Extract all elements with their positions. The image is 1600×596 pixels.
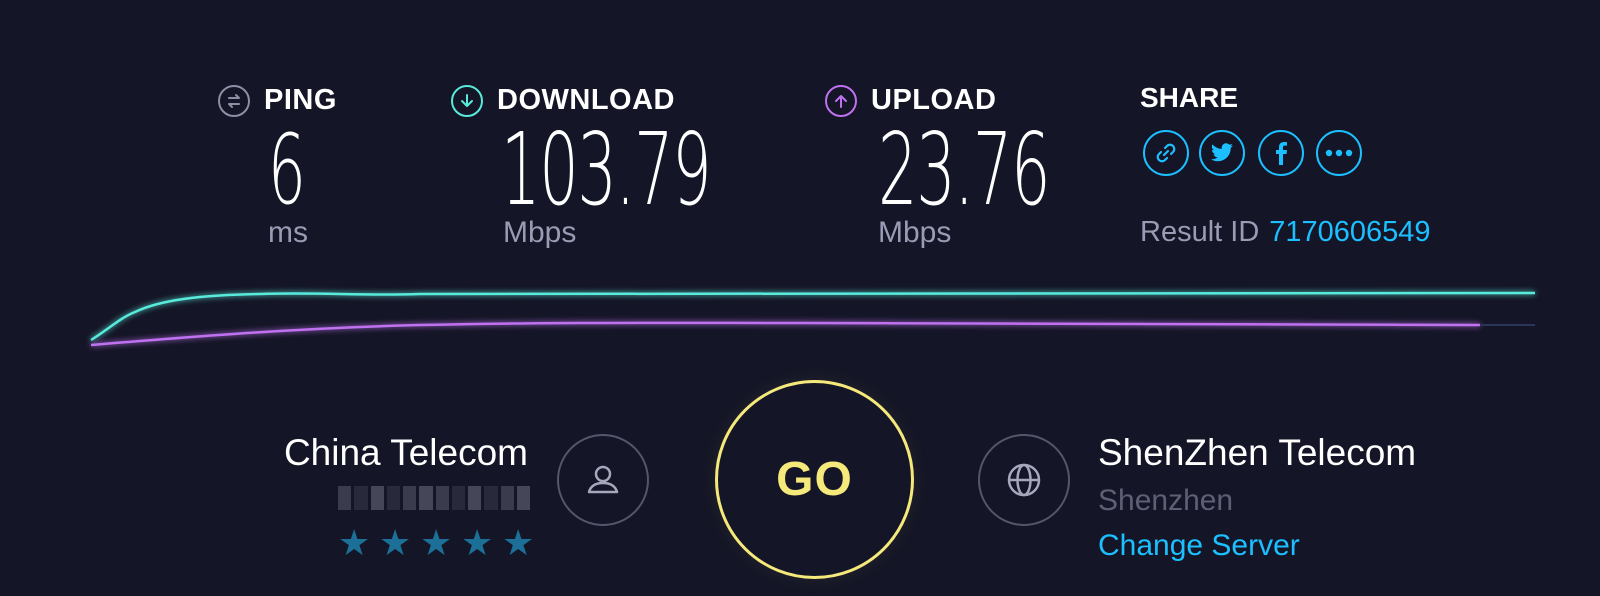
change-server-link[interactable]: Change Server (1098, 529, 1300, 563)
ping-label: PING (218, 84, 337, 117)
isp-name: China Telecom (283, 432, 528, 473)
download-arrow-icon (451, 84, 483, 117)
download-unit: Mbps (503, 216, 577, 249)
result-row: Result ID 7170606549 (1140, 216, 1431, 249)
go-button-label: GO (776, 453, 853, 506)
globe-icon (978, 434, 1070, 526)
share-label: SHARE (1140, 82, 1239, 113)
more-icon[interactable] (1316, 130, 1362, 176)
star-icon[interactable]: ★ (379, 525, 412, 561)
ping-label-text: PING (264, 84, 337, 116)
upload-unit: Mbps (878, 216, 952, 249)
upload-arrow-icon (825, 84, 857, 117)
isp-ip-redacted (338, 486, 530, 510)
user-icon (557, 434, 649, 526)
ping-unit: ms (268, 216, 308, 249)
star-icon[interactable]: ★ (420, 525, 453, 561)
star-icon[interactable]: ★ (502, 525, 535, 561)
link-icon[interactable] (1143, 130, 1189, 176)
result-id-label: Result ID (1140, 216, 1260, 248)
download-value: 103.79 (501, 111, 712, 228)
result-id-link[interactable]: 7170606549 (1269, 216, 1430, 248)
isp-rating[interactable]: ★ ★ ★ ★ ★ (338, 525, 535, 561)
ping-icon (218, 84, 250, 117)
upload-graph-line (90, 321, 1481, 347)
upload-value: 23.76 (878, 111, 1051, 228)
star-icon[interactable]: ★ (338, 525, 371, 561)
star-icon[interactable]: ★ (461, 525, 494, 561)
facebook-icon[interactable] (1258, 130, 1304, 176)
download-graph-line (90, 291, 1536, 342)
twitter-icon[interactable] (1199, 130, 1245, 176)
speed-graph (90, 291, 1536, 347)
server-name: ShenZhen Telecom (1098, 432, 1417, 473)
ping-value: 6 (268, 114, 306, 226)
server-city: Shenzhen (1098, 484, 1234, 517)
go-button[interactable]: GO (715, 380, 914, 579)
